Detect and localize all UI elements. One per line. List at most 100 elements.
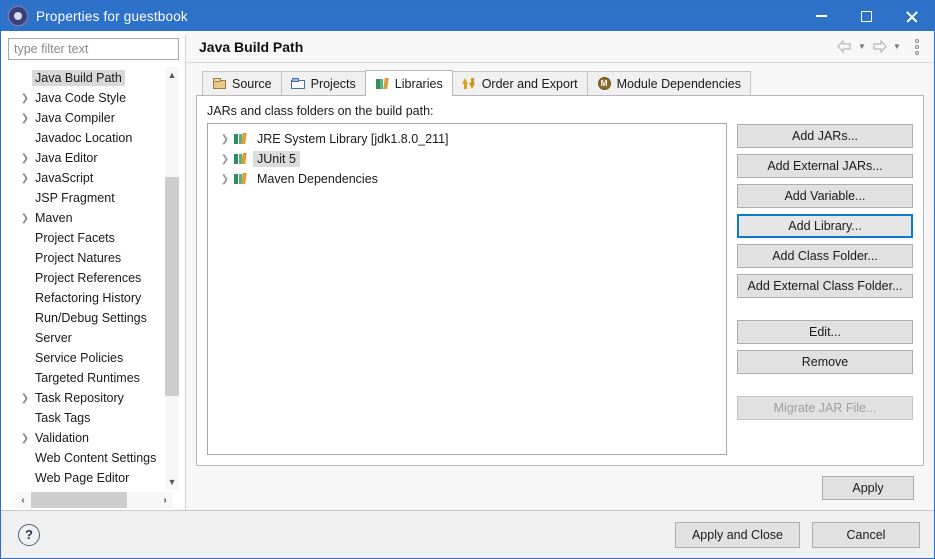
kebab-menu-icon[interactable] xyxy=(910,38,924,56)
chevron-right-icon[interactable]: ❯ xyxy=(218,174,232,185)
build-path-entry[interactable]: ❯ Maven Dependencies xyxy=(208,169,726,189)
sidebar-item-java-compiler[interactable]: ❯ Java Compiler xyxy=(8,108,164,128)
chevron-right-icon[interactable]: ❯ xyxy=(18,151,32,165)
sidebar-item-maven[interactable]: ❯ Maven xyxy=(8,208,164,228)
sidebar-item-java-build-path[interactable]: Java Build Path xyxy=(8,68,164,88)
hscroll-track[interactable] xyxy=(31,492,157,508)
sort-arrows-icon xyxy=(461,77,477,91)
sidebar-item-label: Project Facets xyxy=(35,231,115,245)
button-group-spacer xyxy=(737,304,913,314)
sidebar-item-web-content-settings[interactable]: Web Content Settings xyxy=(8,448,164,468)
sidebar-item-label: Task Tags xyxy=(35,411,91,425)
tab-source[interactable]: Source xyxy=(202,71,282,95)
sidebar-vertical-scrollbar[interactable]: ▲ ▼ xyxy=(164,67,179,490)
scroll-up-icon[interactable]: ▲ xyxy=(165,67,179,83)
add-jars-button[interactable]: Add JARs... xyxy=(737,124,913,148)
sidebar-item-javascript[interactable]: ❯ JavaScript xyxy=(8,168,164,188)
chevron-right-icon[interactable]: ❯ xyxy=(18,431,32,445)
scroll-right-icon[interactable]: › xyxy=(157,492,173,508)
add-external-jars-button[interactable]: Add External JARs... xyxy=(737,154,913,178)
button-group-spacer xyxy=(737,380,913,390)
build-path-entry[interactable]: ❯ JRE System Library [jdk1.8.0_211] xyxy=(208,129,726,149)
help-question-icon[interactable]: ? xyxy=(18,523,40,546)
chevron-right-icon[interactable]: ❯ xyxy=(18,391,32,405)
build-path-list[interactable]: ❯ JRE System Library [jdk1.8.0_211] ❯ JUnit… xyxy=(207,123,727,455)
sidebar-item-validation[interactable]: ❯ Validation xyxy=(8,428,164,448)
apply-button[interactable]: Apply xyxy=(822,476,914,500)
sidebar-item-web-page-editor[interactable]: Web Page Editor xyxy=(8,468,164,488)
properties-dialog: Properties for guestbook type filter tex… xyxy=(0,0,935,559)
sidebar-item-label: Javadoc Location xyxy=(35,131,133,145)
sidebar-item-project-natures[interactable]: Project Natures xyxy=(8,248,164,268)
cancel-button[interactable]: Cancel xyxy=(812,521,920,548)
close-icon xyxy=(905,10,918,23)
page-title: Java Build Path xyxy=(199,38,304,55)
title-bar: Properties for guestbook xyxy=(1,1,934,31)
sidebar-item-java-code-style[interactable]: ❯ Java Code Style xyxy=(8,88,164,108)
sidebar-item-targeted-runtimes[interactable]: Targeted Runtimes xyxy=(8,368,164,388)
build-path-entry-label: JUnit 5 xyxy=(253,151,300,167)
remove-button[interactable]: Remove xyxy=(737,350,913,374)
sidebar-item-label: Java Compiler xyxy=(35,111,115,125)
tab-label: Source xyxy=(232,76,272,91)
sidebar-tree-wrap: Java Build Path ❯ Java Code Style ❯ Java Com… xyxy=(8,67,179,490)
package-icon xyxy=(212,77,227,91)
sidebar-item-jsp-fragment[interactable]: JSP Fragment xyxy=(8,188,164,208)
settings-sidebar: type filter text Java Build Path ❯ Java Co… xyxy=(1,31,185,510)
minimize-button[interactable] xyxy=(799,1,844,31)
sidebar-item-server[interactable]: Server xyxy=(8,328,164,348)
chevron-right-icon[interactable]: ❯ xyxy=(18,111,32,125)
sidebar-item-task-tags[interactable]: Task Tags xyxy=(8,408,164,428)
chevron-right-icon[interactable]: ❯ xyxy=(18,211,32,225)
chevron-right-icon[interactable]: ❯ xyxy=(18,171,32,185)
build-path-entry[interactable]: ❯ JUnit 5 xyxy=(208,149,726,169)
page-header-tools: ▼ ▼ xyxy=(836,38,924,56)
tab-module-dependencies[interactable]: M Module Dependencies xyxy=(586,71,751,95)
scroll-thumb[interactable] xyxy=(165,176,179,396)
libraries-tab-panel: JARs and class folders on the build path… xyxy=(196,96,924,466)
tab-label: Projects xyxy=(310,76,356,91)
sidebar-item-label: Web Page Editor xyxy=(35,471,130,485)
sidebar-item-project-references[interactable]: Project References xyxy=(8,268,164,288)
scroll-track[interactable] xyxy=(165,83,179,474)
chevron-right-icon[interactable]: ❯ xyxy=(218,134,232,145)
apply-and-close-button[interactable]: Apply and Close xyxy=(674,521,800,548)
tab-libraries[interactable]: Libraries xyxy=(364,70,453,96)
sidebar-item-run-debug-settings[interactable]: Run/Debug Settings xyxy=(8,308,164,328)
tab-projects[interactable]: Projects xyxy=(280,71,366,95)
sidebar-item-task-repository[interactable]: ❯ Task Repository xyxy=(8,388,164,408)
add-library-button[interactable]: Add Library... xyxy=(737,214,913,238)
arrow-left-icon[interactable] xyxy=(836,38,853,55)
sidebar-item-project-facets[interactable]: Project Facets xyxy=(8,228,164,248)
close-button[interactable] xyxy=(889,1,934,31)
add-external-class-folder-button[interactable]: Add External Class Folder... xyxy=(737,274,913,298)
sidebar-item-javadoc-location[interactable]: Javadoc Location xyxy=(8,128,164,148)
folder-open-icon xyxy=(290,77,306,91)
arrow-right-icon[interactable] xyxy=(871,38,888,55)
add-class-folder-button[interactable]: Add Class Folder... xyxy=(737,244,913,268)
chevron-right-icon[interactable]: ❯ xyxy=(218,154,232,165)
tab-order-and-export[interactable]: Order and Export xyxy=(451,71,588,95)
apply-row: Apply xyxy=(196,466,924,510)
sidebar-horizontal-scrollbar[interactable]: ‹ › xyxy=(15,492,173,508)
sidebar-item-refactoring-history[interactable]: Refactoring History xyxy=(8,288,164,308)
search-input[interactable]: type filter text xyxy=(8,38,179,60)
sidebar-tree: Java Build Path ❯ Java Code Style ❯ Java Com… xyxy=(8,67,164,490)
maximize-button[interactable] xyxy=(844,1,889,31)
edit-button[interactable]: Edit... xyxy=(737,320,913,344)
scroll-down-icon[interactable]: ▼ xyxy=(165,474,179,490)
chevron-right-icon[interactable]: ❯ xyxy=(18,91,32,105)
page-body: Source Projects Libraries Order and Export M… xyxy=(186,63,934,510)
back-history-chevron-down-icon[interactable]: ▼ xyxy=(855,39,869,55)
filter-placeholder: type filter text xyxy=(14,42,89,56)
forward-history-chevron-down-icon[interactable]: ▼ xyxy=(890,39,904,55)
sidebar-item-label: Service Policies xyxy=(35,351,124,365)
sidebar-item-java-editor[interactable]: ❯ Java Editor xyxy=(8,148,164,168)
hscroll-thumb[interactable] xyxy=(31,492,127,508)
add-variable-button[interactable]: Add Variable... xyxy=(737,184,913,208)
sidebar-item-service-policies[interactable]: Service Policies xyxy=(8,348,164,368)
scroll-left-icon[interactable]: ‹ xyxy=(15,492,31,508)
